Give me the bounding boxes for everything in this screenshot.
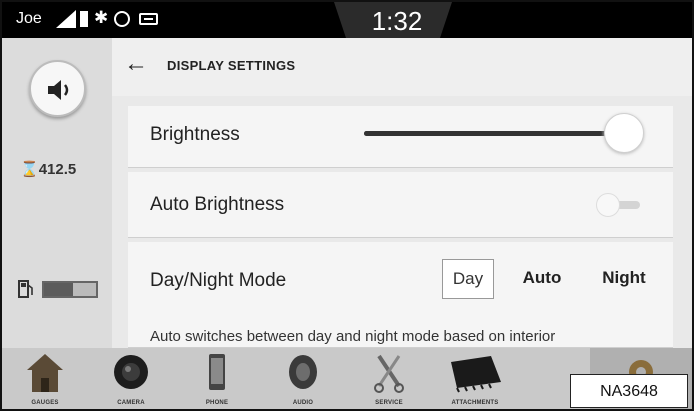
battery-icon: [80, 11, 88, 27]
speaker-icon: [289, 355, 317, 389]
left-sidebar: ⌛412.5: [2, 38, 112, 348]
hourglass-icon: ⌛: [20, 161, 39, 178]
clock-time: 1:32: [371, 6, 423, 36]
nav-phone[interactable]: PHONE: [174, 348, 260, 409]
volume-icon: [48, 80, 69, 100]
nav-service[interactable]: SERVICE: [346, 348, 432, 409]
nav-label-audio: AUDIO: [292, 400, 314, 406]
brightness-slider-track[interactable]: [364, 131, 614, 136]
tools-icon: [374, 354, 404, 393]
day-night-description: Auto switches between day and night mode…: [150, 328, 556, 345]
attachment-icon: [451, 356, 501, 393]
day-night-label: Day/Night Mode: [150, 270, 287, 291]
house-icon: [27, 354, 63, 392]
nav-label-phone: PHONE: [205, 400, 229, 406]
nav-label-service: SERVICE: [375, 400, 403, 406]
odometer-value: 412.5: [38, 161, 77, 178]
fuel-pump-icon: [18, 280, 33, 298]
clock-icon: [114, 11, 130, 27]
page-title: DISPLAY SETTINGS: [167, 58, 296, 73]
settings-header: ← DISPLAY SETTINGS: [112, 38, 692, 96]
fuel-gauge: [18, 278, 108, 300]
camera-icon: [114, 355, 148, 389]
brightness-label: Brightness: [150, 124, 240, 145]
fuel-bar: [42, 281, 98, 298]
signal-icon: [56, 10, 76, 28]
nav-audio[interactable]: AUDIO: [260, 348, 346, 409]
auto-brightness-label: Auto Brightness: [150, 194, 285, 215]
bluetooth-icon: ✱: [94, 8, 109, 27]
figure-code: NA3648: [570, 374, 688, 408]
auto-brightness-row: Auto Brightness: [128, 172, 673, 238]
brightness-slider-fill: [364, 131, 602, 136]
volume-button[interactable]: [29, 60, 86, 117]
brightness-row: Brightness: [128, 106, 673, 168]
back-arrow-icon[interactable]: ←: [124, 50, 148, 78]
auto-brightness-toggle[interactable]: [588, 190, 646, 220]
nav-gauges[interactable]: GAUGES: [2, 348, 88, 409]
day-option[interactable]: Day: [442, 259, 494, 299]
auto-option[interactable]: Auto: [506, 259, 578, 299]
nav-attachments[interactable]: ATTACHMENTS: [432, 348, 518, 409]
status-bar: Joe ✱ 1:32: [2, 2, 692, 38]
user-name: Joe: [16, 10, 42, 27]
nav-label-camera: CAMERA: [117, 400, 145, 406]
phone-icon: [209, 354, 225, 390]
day-night-row: Day/Night Mode Day Auto Night Auto switc…: [128, 242, 673, 348]
fuel-level-fill: [44, 283, 73, 296]
nav-label-gauges: GAUGES: [31, 400, 59, 406]
nav-label-attachments: ATTACHMENTS: [451, 400, 499, 406]
night-option[interactable]: Night: [584, 259, 664, 299]
screen-frame: Joe ✱ 1:32 ⌛412.5 ← DISPLAY SETTINGS Bri…: [0, 0, 694, 411]
nav-camera[interactable]: CAMERA: [88, 348, 174, 409]
odometer: ⌛412.5: [20, 160, 76, 178]
toggle-knob: [596, 193, 620, 217]
brightness-slider-thumb[interactable]: [604, 113, 644, 153]
message-icon: [139, 13, 158, 25]
